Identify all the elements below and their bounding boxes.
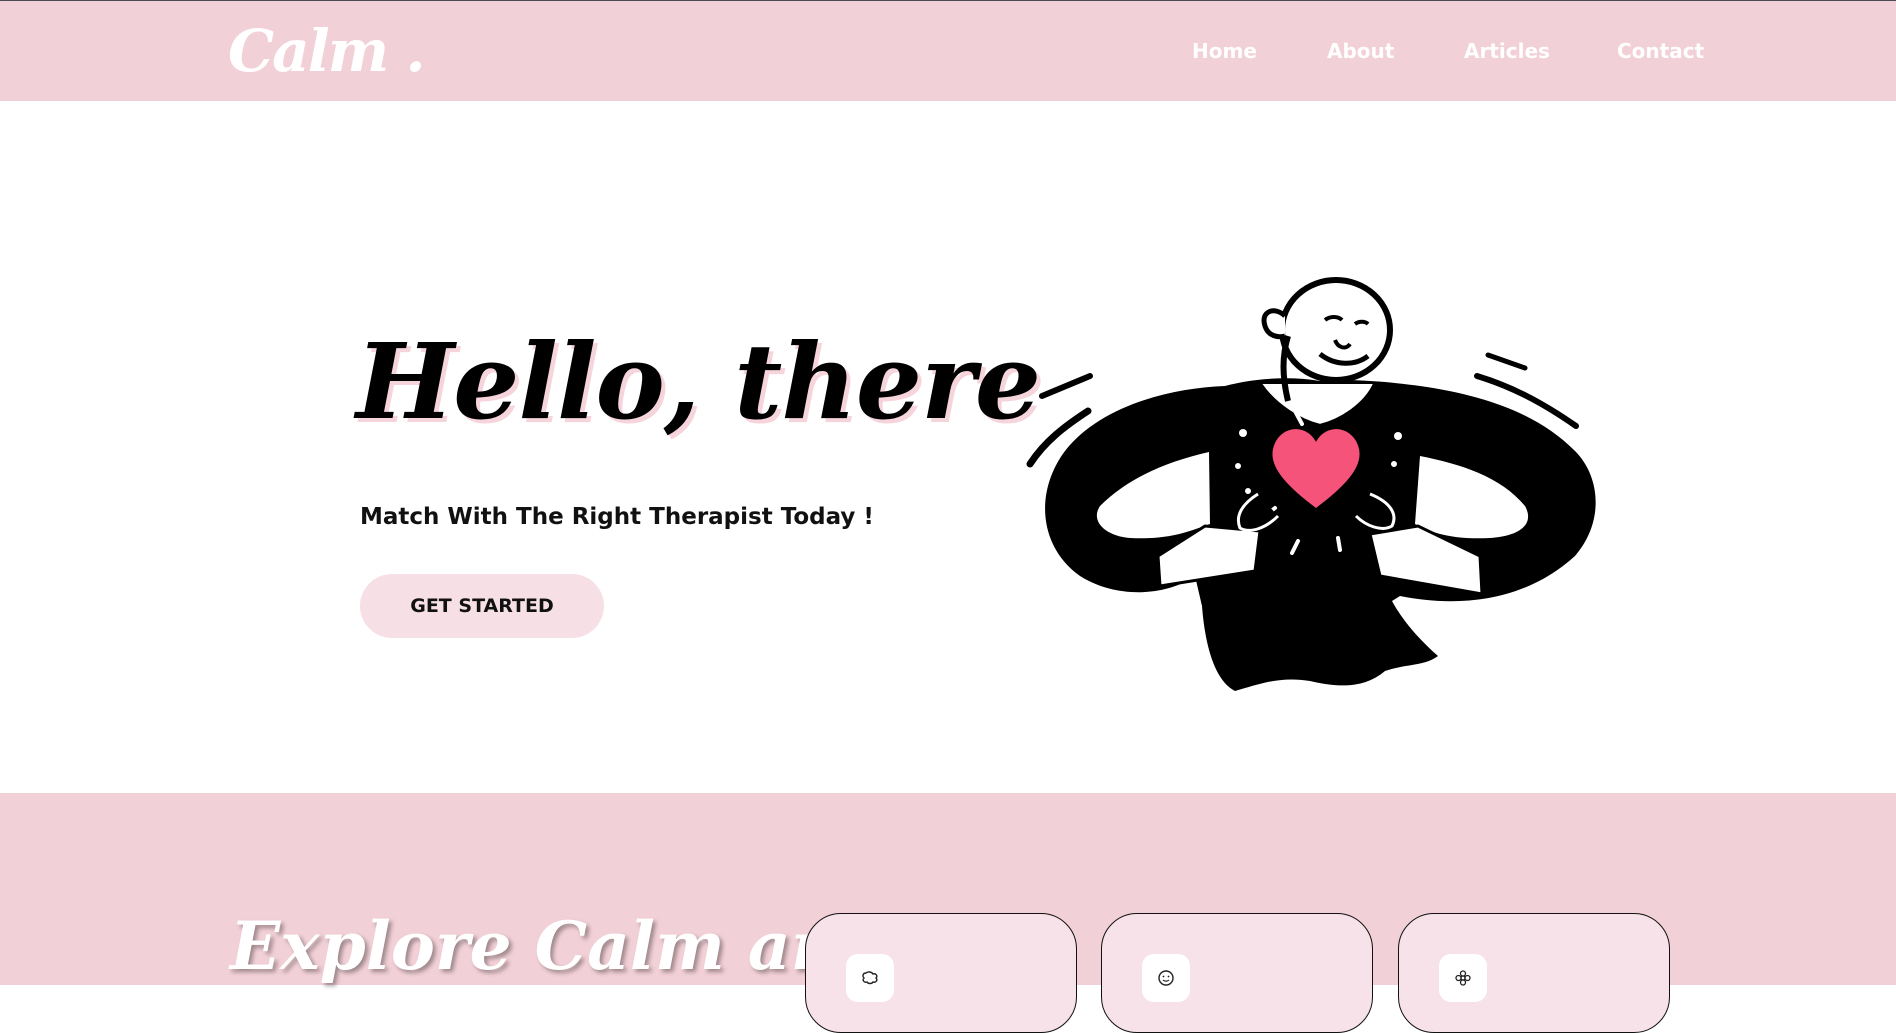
feature-card[interactable] — [1101, 913, 1373, 1033]
nav-link-articles[interactable]: Articles — [1464, 39, 1550, 63]
nav-link-contact[interactable]: Contact — [1617, 39, 1704, 63]
nav-link-home[interactable]: Home — [1192, 39, 1257, 63]
head — [1279, 277, 1393, 383]
get-started-button[interactable]: GET STARTED — [360, 574, 604, 638]
nav-link-about[interactable]: About — [1327, 39, 1394, 63]
hero-subtitle: Match With The Right Therapist Today ! — [360, 504, 874, 530]
navbar: Calm . Home About Articles Contact — [0, 1, 1896, 101]
smiley-icon — [1142, 954, 1190, 1002]
explore-title: Explore Calm and — [230, 907, 885, 985]
ear — [1261, 308, 1287, 340]
feature-card[interactable] — [805, 913, 1077, 1033]
flower-icon — [1439, 954, 1487, 1002]
feature-card[interactable] — [1398, 913, 1670, 1033]
motion-line-icon — [1039, 373, 1093, 399]
brain-icon — [846, 954, 894, 1002]
eye-right — [1353, 319, 1370, 326]
neck-line — [1280, 335, 1291, 402]
explore-section: Explore Calm and — [0, 793, 1896, 1033]
hero-title: Hello, there — [356, 320, 1041, 443]
logo[interactable]: Calm . — [228, 17, 426, 85]
person-holding-heart-illustration — [1026, 277, 1596, 691]
motion-line-icon — [1485, 352, 1528, 371]
